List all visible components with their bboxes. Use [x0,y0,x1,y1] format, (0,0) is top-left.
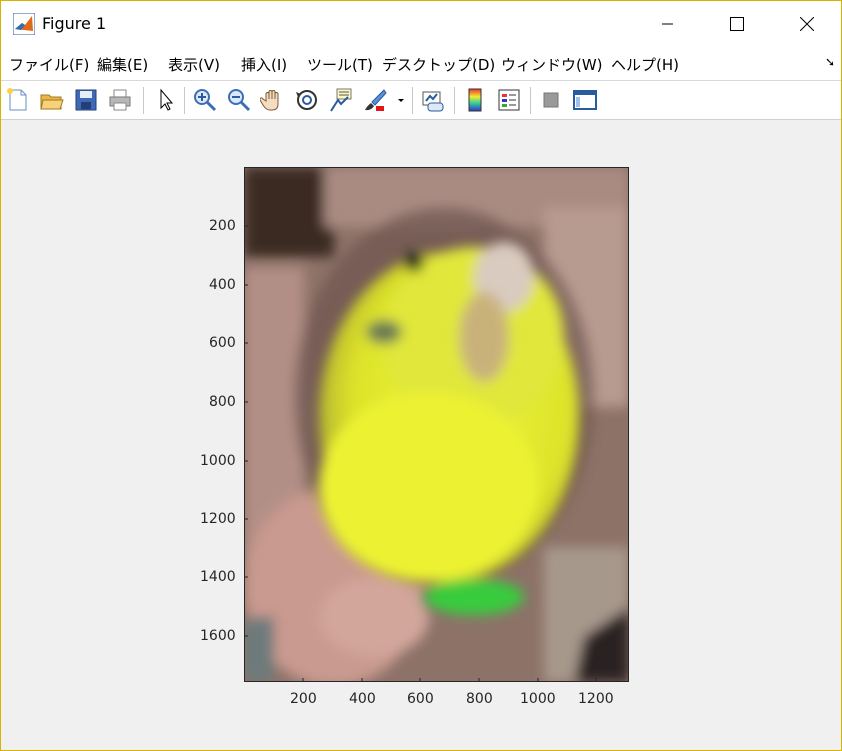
show-plot-tools-icon[interactable] [572,87,598,113]
rotate-3d-icon[interactable] [294,87,320,113]
colorbar-icon[interactable] [462,87,488,113]
minimize-icon [662,23,673,25]
toolbar-separator [412,87,413,114]
y-tick-label: 1000 [200,453,236,469]
close-icon [800,17,814,31]
x-tick-label: 400 [349,691,376,707]
x-tick-label: 800 [466,691,493,707]
y-tick-label: 1200 [200,511,236,527]
toolbar-separator [143,87,144,114]
x-tick-label: 200 [290,691,317,707]
minimize-button[interactable] [645,1,691,47]
legend-icon[interactable] [496,87,522,113]
menu-view[interactable]: 表示(V) [168,54,220,75]
menu-help[interactable]: ヘルプ(H) [611,54,679,75]
data-cursor-icon[interactable] [328,87,354,113]
menu-desktop[interactable]: デスクトップ(D) [382,54,495,75]
figure-canvas[interactable]: 200 400 600 800 1000 1200 1400 1600 200 … [1,120,841,750]
pan-hand-icon[interactable] [260,87,286,113]
new-figure-icon[interactable] [5,87,31,113]
maximize-icon [730,17,744,31]
print-icon[interactable] [107,87,133,113]
dock-arrow-icon[interactable]: ➘ [825,55,835,69]
hide-plot-tools-icon[interactable] [538,87,564,113]
link-plot-icon[interactable] [420,87,446,113]
x-tick-label: 1000 [520,691,556,707]
window-title: Figure 1 [42,14,107,33]
y-tick-label: 600 [209,335,236,351]
menu-window[interactable]: ウィンドウ(W) [501,54,603,75]
toolbar-separator [184,87,185,114]
brush-icon[interactable] [362,87,388,113]
y-tick-label: 800 [209,394,236,410]
figure-toolbar [1,81,841,120]
menu-tools[interactable]: ツール(T) [307,54,373,75]
open-file-icon[interactable] [39,87,65,113]
menu-file[interactable]: ファイル(F) [9,54,89,75]
close-button[interactable] [784,1,830,47]
matlab-logo-icon [13,13,35,35]
brush-dropdown-icon[interactable] [395,87,407,113]
image-axes[interactable] [244,167,629,682]
menu-insert[interactable]: 挿入(I) [241,54,287,75]
maximize-button[interactable] [714,1,760,47]
menu-bar: ファイル(F) 編集(E) 表示(V) 挿入(I) ツール(T) デスクトップ(… [1,47,841,81]
y-tick-label: 400 [209,277,236,293]
toolbar-separator [530,87,531,114]
menu-edit[interactable]: 編集(E) [97,54,148,75]
zoom-out-icon[interactable] [226,87,252,113]
y-tick-label: 200 [209,218,236,234]
figure-window: Figure 1 ファイル(F) 編集(E) 表示(V) 挿入(I) ツール(T… [0,0,842,751]
x-tick-label: 600 [407,691,434,707]
title-bar[interactable]: Figure 1 [1,1,841,47]
toolbar-separator [454,87,455,114]
y-tick-label: 1400 [200,569,236,585]
zoom-in-icon[interactable] [192,87,218,113]
y-tick-label: 1600 [200,628,236,644]
x-tick-label: 1200 [578,691,614,707]
save-icon[interactable] [73,87,99,113]
select-arrow-icon[interactable] [153,87,179,113]
